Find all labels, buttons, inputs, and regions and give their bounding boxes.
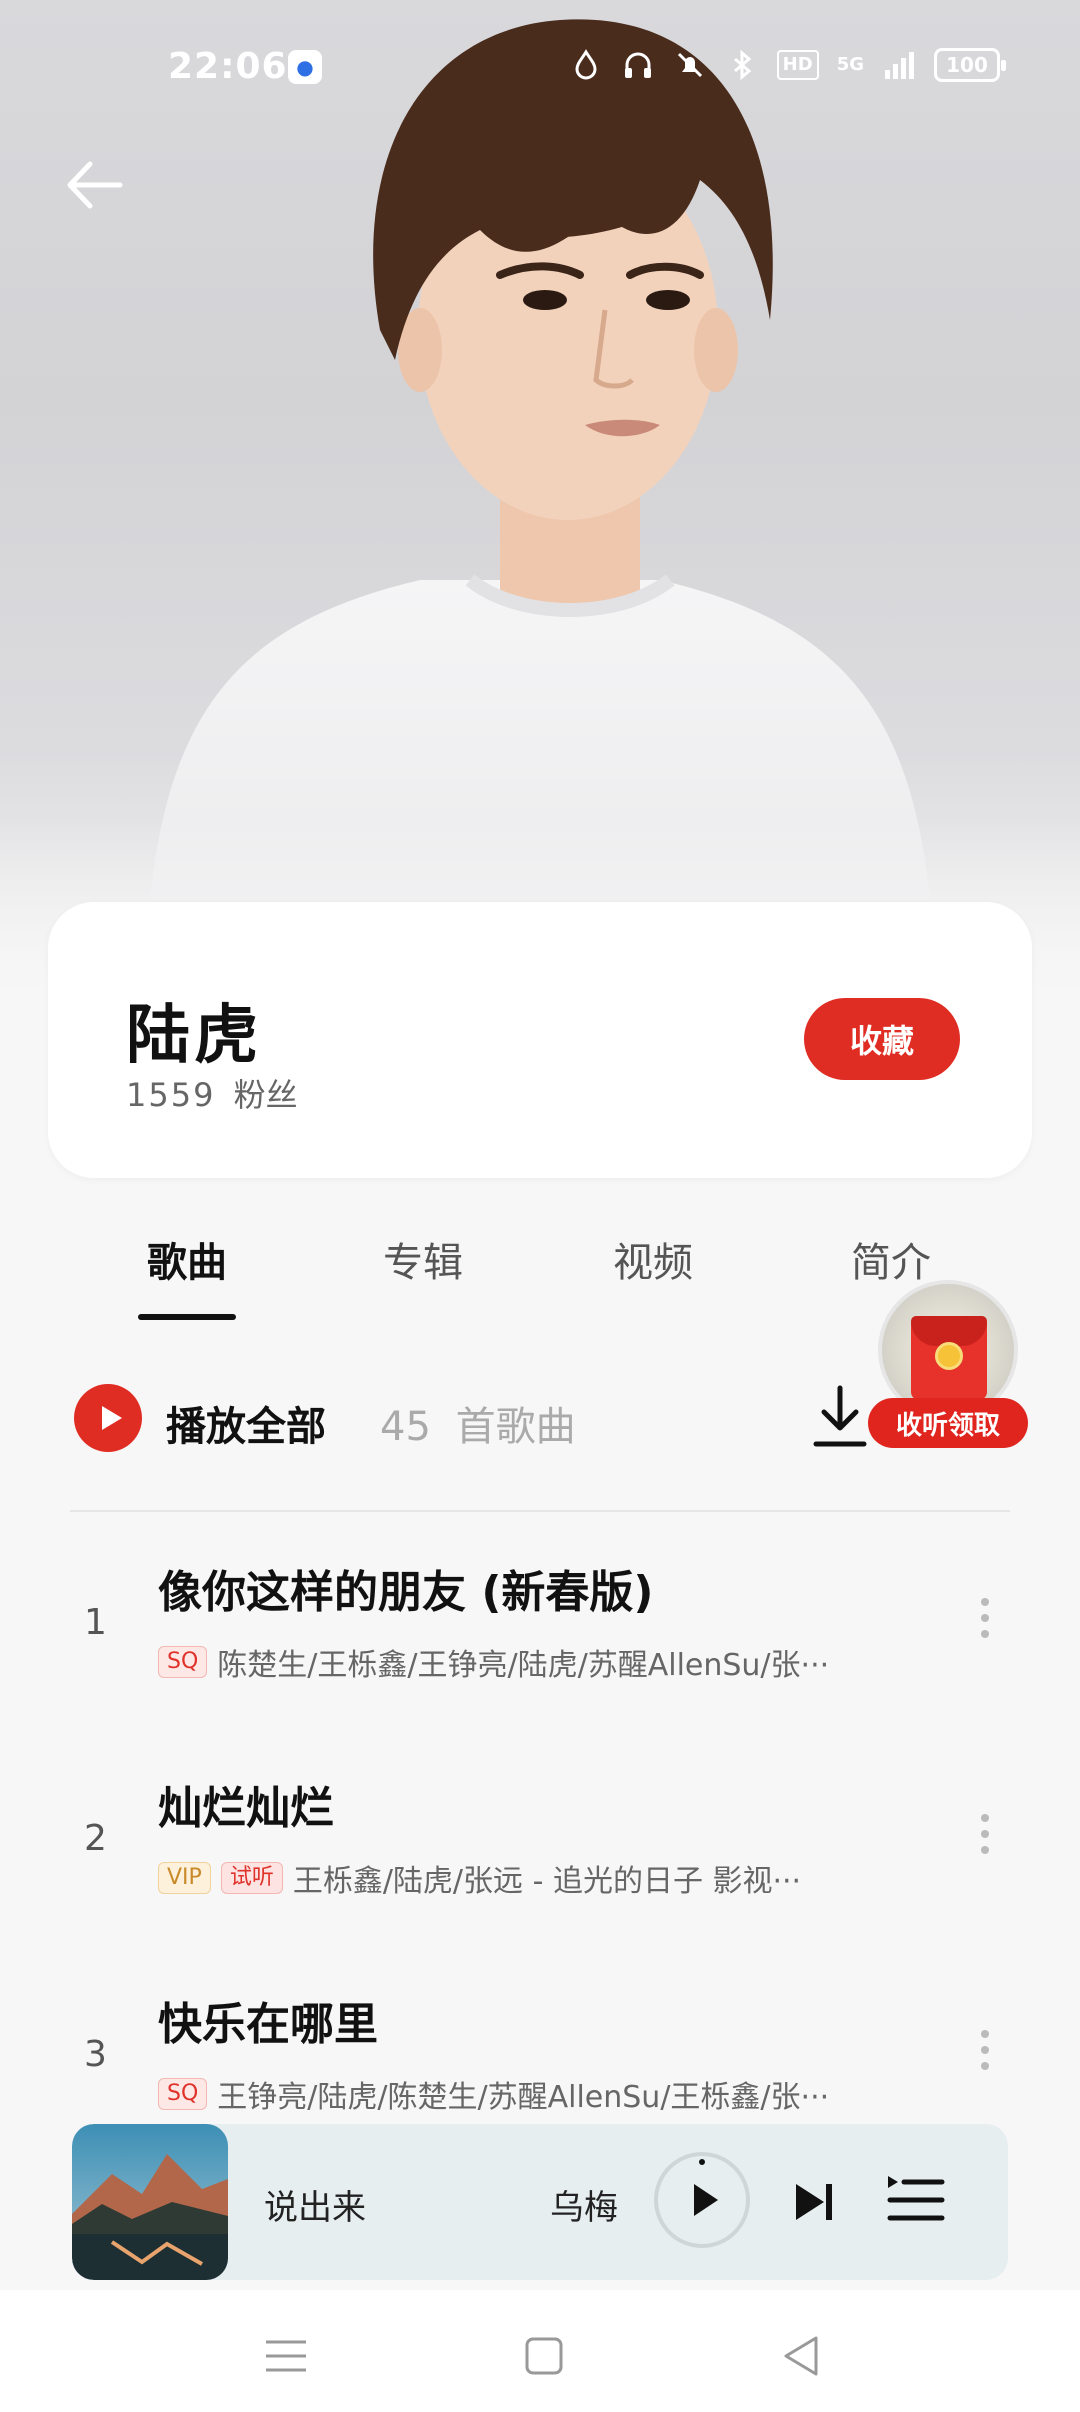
- song-meta: VIP 试听 王栎鑫/陆虎/张远 - 追光的日子 影视···: [158, 1858, 928, 1898]
- mini-play-button[interactable]: [654, 2152, 750, 2248]
- network-type: 5G: [836, 54, 864, 75]
- back-button[interactable]: [60, 150, 130, 220]
- song-count-number: 45: [380, 1404, 431, 1450]
- play-all-button[interactable]: [74, 1384, 142, 1452]
- home-button[interactable]: [514, 2326, 574, 2386]
- baidu-app-icon: ●: [288, 50, 322, 84]
- back-arrow-icon: [67, 161, 123, 209]
- album-cover[interactable]: [72, 2124, 228, 2280]
- coin-icon: [935, 1342, 963, 1370]
- play-all-label[interactable]: 播放全部: [166, 1394, 326, 1452]
- song-artists: 王铮亮/陆虎/陈楚生/苏醒AllenSu/王栎鑫/张···: [217, 2080, 830, 2114]
- now-playing-title: 说出来: [264, 2188, 366, 2228]
- hd-badge: HD: [776, 50, 819, 80]
- mini-player[interactable]: 说出来 乌梅: [72, 2124, 1008, 2280]
- status-bar: 22:06 ● HD 5G 100: [0, 0, 1080, 140]
- status-time: 22:06: [168, 46, 288, 87]
- system-back-button[interactable]: [772, 2326, 832, 2386]
- playlist-button[interactable]: [884, 2168, 948, 2232]
- collect-button[interactable]: 收藏: [804, 998, 960, 1080]
- play-icon: [694, 2159, 718, 2216]
- song-count: 45 首歌曲: [380, 1394, 576, 1452]
- play-icon: [102, 1406, 122, 1430]
- headphones-icon: [624, 52, 651, 78]
- tab-indicator: [138, 1314, 236, 1320]
- song-title: 快乐在哪里: [158, 1999, 378, 2050]
- song-row[interactable]: 1 像你这样的朋友 (新春版) SQ 陈楚生/王栎鑫/王铮亮/陆虎/苏醒Alle…: [0, 1520, 1080, 1720]
- song-artists: 陈楚生/王栎鑫/王铮亮/陆虎/苏醒AllenSu/张···: [217, 1648, 830, 1682]
- artist-photo: [0, 0, 1080, 1000]
- more-options-button[interactable]: [970, 2022, 1000, 2092]
- song-index: 2: [84, 1818, 107, 1859]
- download-icon: [813, 1385, 867, 1447]
- mute-bell-icon: [677, 52, 702, 78]
- battery-indicator: 100: [934, 48, 1006, 82]
- menu-button[interactable]: [256, 2326, 316, 2386]
- trial-badge: 试听: [220, 1862, 283, 1894]
- sq-badge: SQ: [158, 2078, 208, 2110]
- song-title: 像你这样的朋友 (新春版): [158, 1567, 654, 1618]
- more-options-button[interactable]: [970, 1590, 1000, 1660]
- song-count-unit: 首歌曲: [455, 1404, 576, 1450]
- bluetooth-icon: [733, 49, 751, 81]
- drop-icon: [575, 49, 597, 80]
- tab-songs[interactable]: 歌曲: [107, 1230, 267, 1288]
- song-meta: SQ 王铮亮/陆虎/陈楚生/苏醒AllenSu/王栎鑫/张···: [158, 2074, 928, 2114]
- song-row[interactable]: 3 快乐在哪里 SQ 王铮亮/陆虎/陈楚生/苏醒AllenSu/王栎鑫/张···: [0, 1952, 1080, 2152]
- divider: [70, 1510, 1010, 1512]
- tab-videos[interactable]: 视频: [573, 1230, 733, 1288]
- artist-name: 陆虎: [126, 998, 262, 1073]
- more-options-button[interactable]: [970, 1806, 1000, 1876]
- sq-badge: SQ: [158, 1646, 208, 1678]
- play-all-row: 播放全部 45 首歌曲: [0, 1370, 1080, 1470]
- song-row[interactable]: 2 灿烂灿烂 VIP 试听 王栎鑫/陆虎/张远 - 追光的日子 影视···: [0, 1736, 1080, 1936]
- song-meta: SQ 陈楚生/王栎鑫/王铮亮/陆虎/苏醒AllenSu/张···: [158, 1642, 928, 1682]
- fans-number: 1559: [126, 1076, 216, 1114]
- system-nav-bar: [0, 2290, 1080, 2412]
- now-playing-artist: 乌梅: [550, 2188, 618, 2228]
- next-track-button[interactable]: [784, 2172, 844, 2232]
- download-button[interactable]: [808, 1382, 872, 1452]
- vip-badge: VIP: [158, 1862, 211, 1894]
- signal-icon: [885, 52, 914, 79]
- fans-count: 1559 粉丝: [126, 1070, 298, 1116]
- song-title: 灿烂灿烂: [158, 1783, 334, 1834]
- menu-icon: [266, 2340, 306, 2372]
- home-square-icon: [525, 2337, 563, 2375]
- status-icons: HD 5G 100: [569, 48, 1006, 82]
- back-triangle-icon: [784, 2336, 818, 2376]
- fans-label: 粉丝: [233, 1076, 298, 1114]
- playlist-icon: [887, 2176, 945, 2221]
- song-artists: 王栎鑫/陆虎/张远 - 追光的日子 影视···: [292, 1864, 802, 1898]
- next-track-icon: [796, 2184, 832, 2220]
- tab-albums[interactable]: 专辑: [343, 1230, 503, 1288]
- song-index: 1: [84, 1602, 107, 1643]
- artist-card: 陆虎 1559 粉丝 收藏: [48, 902, 1032, 1178]
- song-index: 3: [84, 2034, 107, 2075]
